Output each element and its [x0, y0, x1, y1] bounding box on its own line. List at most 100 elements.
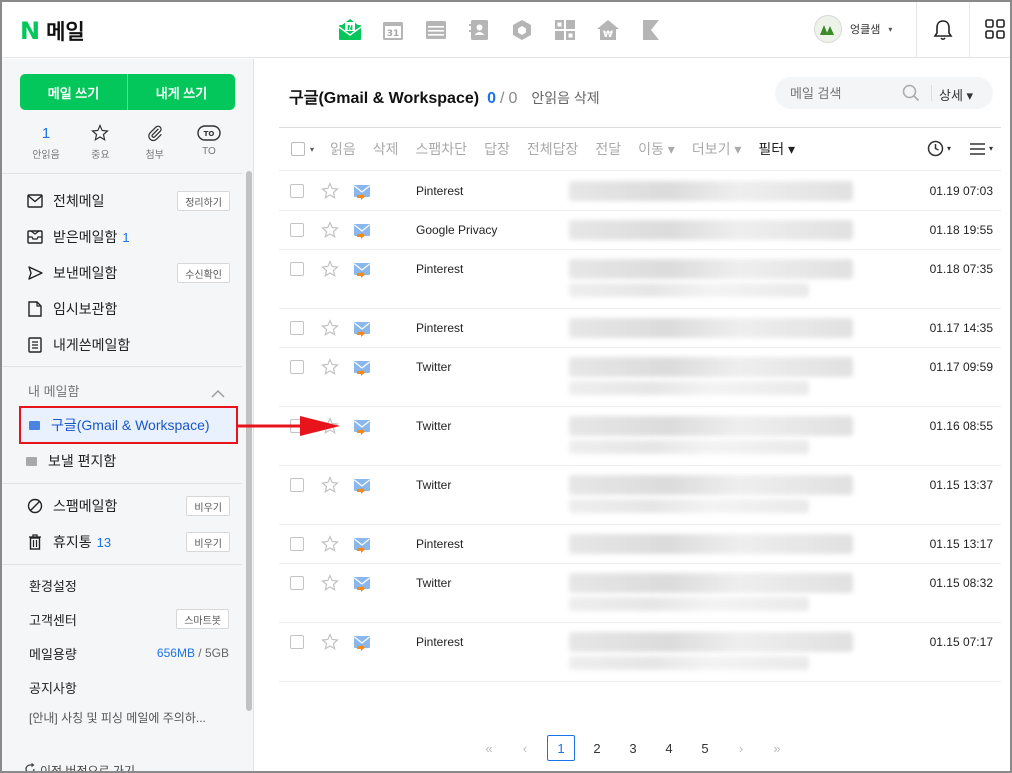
- quick-unread[interactable]: 1 안읽음: [28, 123, 64, 162]
- star-icon[interactable]: [321, 182, 339, 203]
- unread-envelope-icon[interactable]: [353, 634, 371, 655]
- row-checkbox[interactable]: [290, 184, 304, 198]
- old-version-link[interactable]: 이전 버전으로 가기: [24, 762, 135, 771]
- unread-envelope-icon[interactable]: [353, 222, 371, 243]
- row-subject-blurred[interactable]: [569, 181, 853, 201]
- unread-envelope-icon[interactable]: [353, 359, 371, 380]
- delete-unread-link[interactable]: 안읽음 삭제: [531, 88, 599, 108]
- forward-button[interactable]: 전달: [595, 139, 621, 159]
- mail-row[interactable]: Twitter 01.16 08:55: [279, 407, 1001, 466]
- reply-all-button[interactable]: 전체답장: [527, 139, 579, 159]
- star-icon[interactable]: [321, 221, 339, 242]
- pay-home-icon[interactable]: ₩: [594, 16, 622, 44]
- nav-drafts[interactable]: 임시보관함: [26, 297, 230, 321]
- move-button[interactable]: 이동 ▾: [638, 139, 675, 159]
- row-checkbox[interactable]: [290, 262, 304, 276]
- reply-button[interactable]: 답장: [484, 139, 510, 159]
- search-icon[interactable]: [902, 84, 920, 107]
- mail-app-icon[interactable]: N: [336, 16, 364, 44]
- notice-link[interactable]: 공지사항: [29, 676, 229, 698]
- mail-row[interactable]: Twitter 01.15 13:37: [279, 466, 1001, 525]
- mail-row[interactable]: Pinterest 01.18 07:35: [279, 250, 1001, 309]
- nav-inbox[interactable]: 받은메일함 1: [26, 225, 230, 249]
- page-2[interactable]: 2: [583, 735, 611, 761]
- nav-sent[interactable]: 보낸메일함 수신확인: [26, 261, 230, 285]
- row-subject-blurred[interactable]: [569, 632, 853, 652]
- mail-row[interactable]: Pinterest 01.15 07:17: [279, 623, 1001, 682]
- mail-row[interactable]: Twitter 01.17 09:59: [279, 348, 1001, 407]
- empty-trash-button[interactable]: 비우기: [186, 532, 230, 552]
- profile-menu[interactable]: 엉클샘 ▾: [814, 15, 892, 43]
- prev-page-button[interactable]: ‹: [511, 735, 539, 761]
- row-checkbox[interactable]: [290, 321, 304, 335]
- unread-envelope-icon[interactable]: [353, 418, 371, 439]
- block-spam-button[interactable]: 스팸차단: [416, 139, 468, 159]
- select-caret-icon[interactable]: ▾: [310, 145, 314, 154]
- chevron-up-icon[interactable]: [211, 385, 225, 403]
- first-page-button[interactable]: «: [475, 735, 503, 761]
- unread-envelope-icon[interactable]: [353, 536, 371, 557]
- address-book-icon[interactable]: [465, 16, 493, 44]
- unread-envelope-icon[interactable]: [353, 183, 371, 204]
- more-button[interactable]: 더보기 ▾: [692, 139, 742, 159]
- search-detail-button[interactable]: 상세 ▾: [939, 85, 973, 104]
- notice-item[interactable]: [안내] 사칭 및 피싱 메일에 주의하...: [29, 709, 229, 726]
- cleanup-button[interactable]: 정리하기: [177, 191, 230, 211]
- smartbot-button[interactable]: 스마트봇: [176, 609, 229, 629]
- star-icon[interactable]: [321, 476, 339, 497]
- bookmark-icon[interactable]: [637, 16, 665, 44]
- settings-link[interactable]: 환경설정: [29, 574, 229, 596]
- nav-trash[interactable]: 휴지통 13 비우기: [26, 530, 230, 554]
- row-checkbox[interactable]: [290, 576, 304, 590]
- star-icon[interactable]: [321, 535, 339, 556]
- star-icon[interactable]: [321, 319, 339, 340]
- view-options-button[interactable]: ▾: [969, 142, 993, 156]
- row-checkbox[interactable]: [290, 537, 304, 551]
- row-checkbox[interactable]: [290, 360, 304, 374]
- nav-all-mail[interactable]: 전체메일 정리하기: [26, 189, 230, 213]
- read-receipt-button[interactable]: 수신확인: [177, 263, 230, 283]
- star-icon[interactable]: [321, 574, 339, 595]
- quick-attachment[interactable]: 첨부: [137, 123, 173, 161]
- folder-outbox[interactable]: 보낼 편지함: [26, 449, 116, 473]
- folder-google-gmail[interactable]: 구글(Gmail & Workspace): [19, 406, 238, 444]
- scrollbar-thumb[interactable]: [246, 171, 252, 711]
- compose-button[interactable]: 메일 쓰기: [20, 74, 127, 110]
- page-3[interactable]: 3: [619, 735, 647, 761]
- empty-spam-button[interactable]: 비우기: [186, 496, 230, 516]
- mail-row[interactable]: Twitter 01.15 08:32: [279, 564, 1001, 623]
- drive-box-icon[interactable]: [508, 16, 536, 44]
- contacts-list-icon[interactable]: [422, 16, 450, 44]
- all-services-button[interactable]: [984, 18, 1006, 45]
- last-page-button[interactable]: »: [763, 735, 791, 761]
- calendar-app-icon[interactable]: 31: [379, 16, 407, 44]
- unread-count[interactable]: 0: [487, 90, 496, 108]
- row-subject-blurred[interactable]: [569, 475, 853, 495]
- row-subject-blurred[interactable]: [569, 534, 853, 554]
- search-input[interactable]: [790, 85, 910, 101]
- quick-to-me[interactable]: TO TO: [191, 123, 227, 161]
- row-subject-blurred[interactable]: [569, 318, 853, 338]
- row-checkbox[interactable]: [290, 635, 304, 649]
- nav-spam[interactable]: 스팸메일함 비우기: [26, 494, 230, 518]
- filter-button[interactable]: 필터 ▾: [758, 139, 795, 159]
- naver-mail-logo[interactable]: N 메일: [20, 16, 85, 46]
- notifications-button[interactable]: [916, 2, 970, 58]
- nav-self-sent[interactable]: 내게쓴메일함: [26, 333, 230, 357]
- row-checkbox[interactable]: [290, 478, 304, 492]
- mark-read-button[interactable]: 읽음: [330, 139, 356, 159]
- next-page-button[interactable]: ›: [727, 735, 755, 761]
- delete-button[interactable]: 삭제: [373, 139, 399, 159]
- mail-row[interactable]: Pinterest 01.19 07:03: [279, 172, 1001, 211]
- row-checkbox[interactable]: [290, 223, 304, 237]
- support-link[interactable]: 고객센터 스마트봇: [29, 608, 229, 630]
- sort-time-button[interactable]: ▾: [927, 140, 951, 157]
- mail-row[interactable]: Pinterest 01.15 13:17: [279, 525, 1001, 564]
- memo-grid-icon[interactable]: [551, 16, 579, 44]
- page-1[interactable]: 1: [547, 735, 575, 761]
- row-subject-blurred[interactable]: [569, 220, 853, 240]
- page-4[interactable]: 4: [655, 735, 683, 761]
- self-compose-button[interactable]: 내게 쓰기: [127, 74, 235, 110]
- unread-envelope-icon[interactable]: [353, 261, 371, 282]
- row-subject-blurred[interactable]: [569, 416, 853, 436]
